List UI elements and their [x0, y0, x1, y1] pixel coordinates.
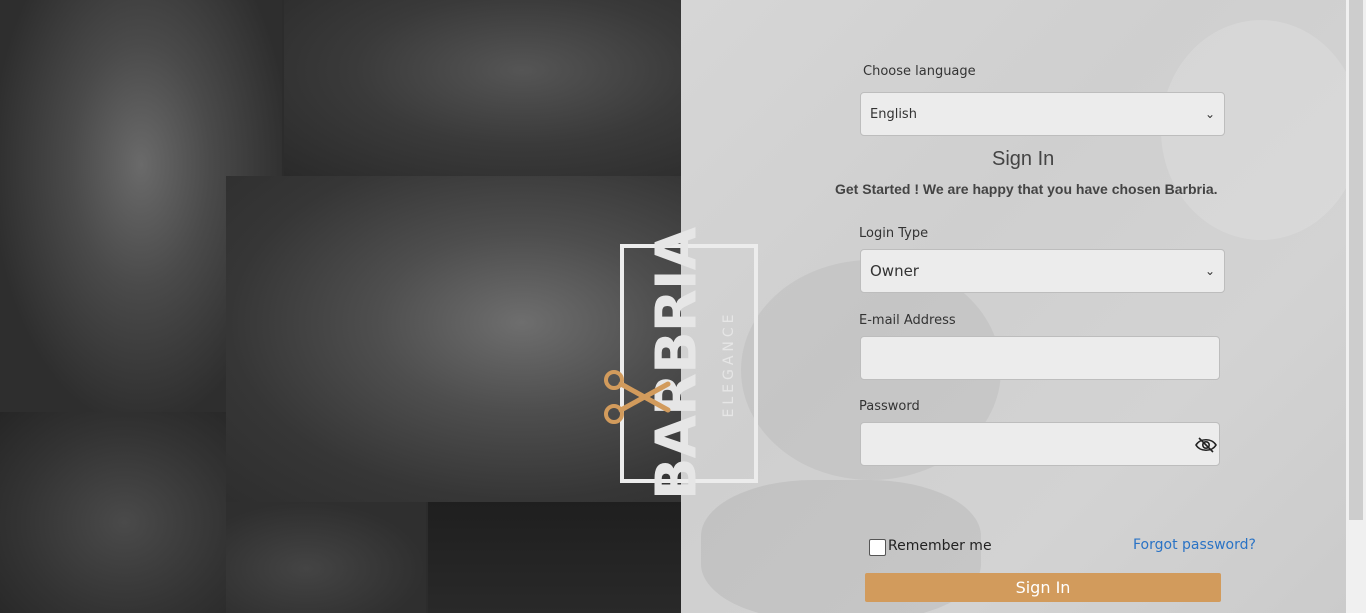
chevron-down-icon: ⌄ [1204, 264, 1215, 278]
password-label: Password [859, 399, 920, 414]
sign-in-button[interactable]: Sign In [865, 573, 1221, 602]
login-type-selected-value: Owner [870, 262, 919, 280]
page-title: Sign In [992, 148, 1055, 170]
remember-me-checkbox[interactable] [869, 539, 886, 556]
remember-me-label[interactable]: Remember me [888, 538, 992, 554]
eye-slash-icon[interactable] [1195, 436, 1217, 454]
login-type-label: Login Type [859, 226, 929, 241]
language-select[interactable]: English ⌄ [860, 92, 1225, 136]
email-label: E-mail Address [859, 313, 956, 328]
email-field[interactable] [860, 336, 1220, 380]
login-type-select[interactable]: Owner ⌄ [860, 249, 1225, 293]
forgot-password-link[interactable]: Forgot password? [1133, 537, 1256, 553]
password-field[interactable] [860, 422, 1220, 466]
sign-in-form: Choose language English ⌄ Sign In Get St… [0, 0, 1366, 613]
chevron-down-icon: ⌄ [1204, 107, 1215, 121]
language-selected-value: English [870, 106, 917, 122]
language-label: Choose language [863, 64, 976, 79]
page-subtitle: Get Started ! We are happy that you have… [835, 181, 1218, 197]
